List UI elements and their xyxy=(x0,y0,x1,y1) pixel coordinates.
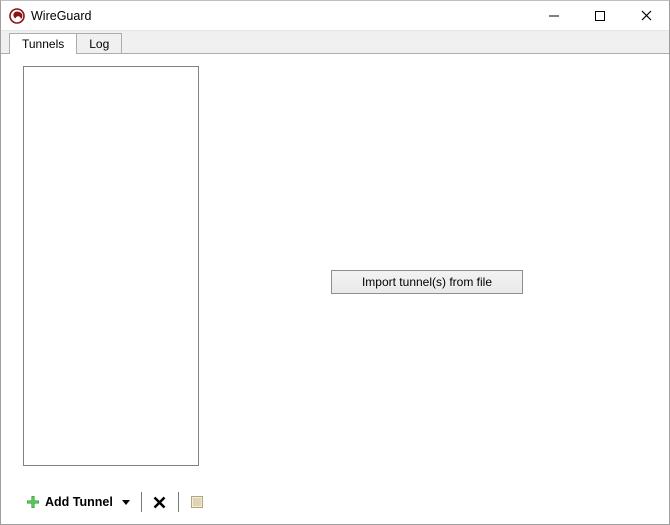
maximize-button[interactable] xyxy=(577,1,623,30)
tunnels-pane: Import tunnel(s) from file Add Tunnel xyxy=(1,53,669,524)
tab-strip: Tunnels Log xyxy=(1,31,669,54)
minimize-button[interactable] xyxy=(531,1,577,30)
add-tunnel-label: Add Tunnel xyxy=(45,495,113,509)
toolbar-separator xyxy=(141,492,142,512)
tab-tunnels-label: Tunnels xyxy=(22,37,64,51)
add-tunnel-dropdown[interactable] xyxy=(119,491,133,513)
remove-tunnel-button[interactable] xyxy=(150,491,170,513)
close-button[interactable] xyxy=(623,1,669,30)
plus-icon xyxy=(25,494,41,510)
tab-log[interactable]: Log xyxy=(77,33,122,54)
import-tunnel-label: Import tunnel(s) from file xyxy=(362,275,492,289)
toolbar-separator-2 xyxy=(178,492,179,512)
titlebar: WireGuard xyxy=(1,1,669,31)
wireguard-logo-icon xyxy=(9,8,25,24)
export-tunnels-button[interactable] xyxy=(187,491,207,513)
tab-tunnels[interactable]: Tunnels xyxy=(9,33,77,54)
add-tunnel-split-button: Add Tunnel xyxy=(23,491,133,513)
tunnel-toolbar: Add Tunnel xyxy=(23,490,207,514)
x-icon xyxy=(153,496,166,509)
window-title: WireGuard xyxy=(31,9,91,23)
chevron-down-icon xyxy=(122,500,130,505)
add-tunnel-button[interactable]: Add Tunnel xyxy=(23,491,119,513)
import-tunnel-button[interactable]: Import tunnel(s) from file xyxy=(331,270,523,294)
export-icon xyxy=(190,495,204,509)
tunnel-list[interactable] xyxy=(23,66,199,466)
app-window: WireGuard Tunnels Log xyxy=(0,0,670,525)
tab-log-label: Log xyxy=(89,37,109,51)
window-controls xyxy=(531,1,669,30)
